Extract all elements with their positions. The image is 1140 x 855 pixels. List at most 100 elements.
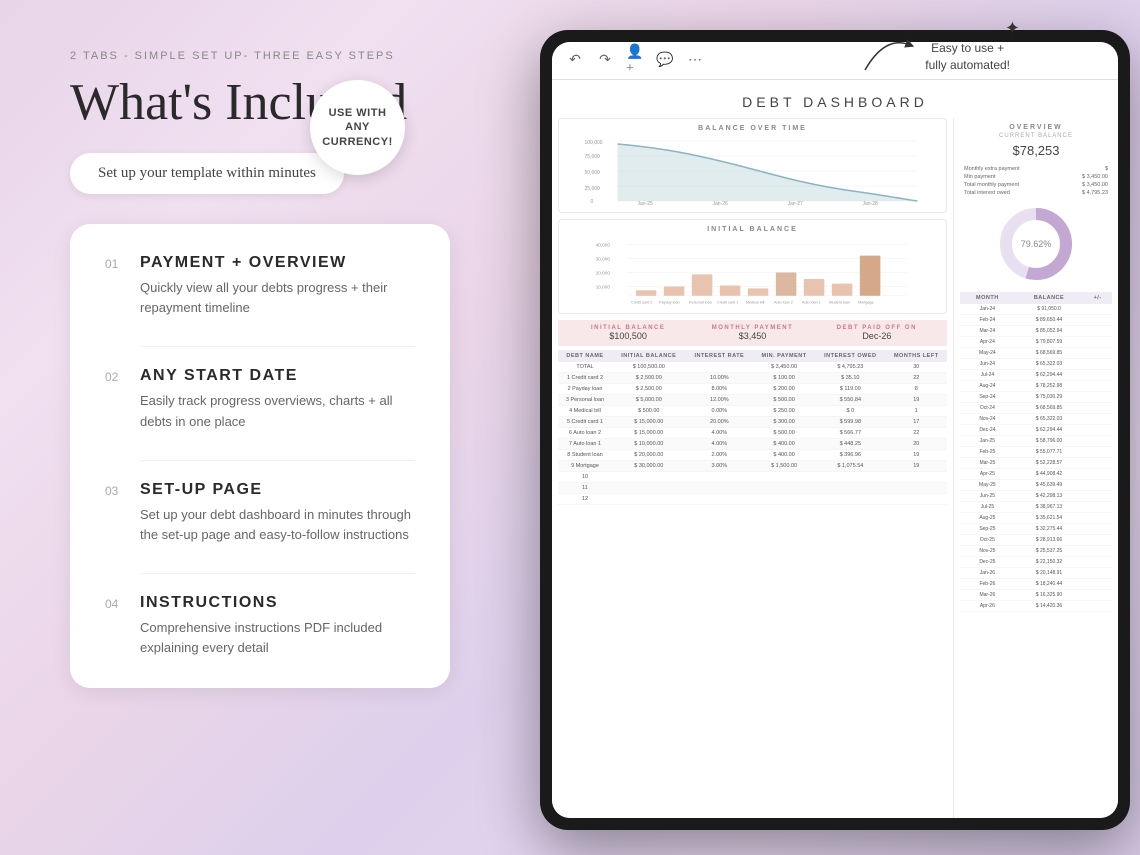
svg-text:50,000: 50,000: [585, 170, 601, 176]
list-item: Dec-24$ 62,294.44: [960, 425, 1112, 436]
cell: $ 16,325.90: [1015, 590, 1084, 601]
cell: [1083, 491, 1112, 502]
table-row: 9 Mortgage$ 30,000.003.00%$ 1,500.00$ 1,…: [558, 461, 947, 472]
undo-icon[interactable]: ↶: [566, 52, 584, 70]
dashboard-body: BALANCE OVER TIME 100,000 75,000 50,000 …: [552, 118, 1118, 818]
cell: $ 5,000.00: [612, 395, 686, 406]
month-table-container[interactable]: MONTH BALANCE +/- Jan-24$ 91,050.0 Feb-2…: [960, 292, 1112, 612]
cell: [753, 483, 815, 494]
divider-3: [140, 573, 415, 574]
feature-item-1: 01 PAYMENT + OVERVIEW Quickly view all y…: [105, 254, 415, 318]
cell: 20: [886, 439, 947, 450]
cell: 5 Credit card 1: [558, 417, 612, 428]
cell: 7 Auto loan 1: [558, 439, 612, 450]
cell: [1083, 568, 1112, 579]
overview-row-1: Monthly extra payment $: [960, 166, 1112, 172]
overview-label-1: Monthly extra payment: [964, 166, 1020, 172]
svg-text:Auto loan 2: Auto loan 2: [774, 300, 793, 304]
cell: [1083, 469, 1112, 480]
svg-text:30,000: 30,000: [596, 256, 611, 261]
cell: $ 15,000.00: [612, 428, 686, 439]
cell: $ 20,148.91: [1015, 568, 1084, 579]
cell: [1083, 381, 1112, 392]
cell: [1083, 546, 1112, 557]
cell: $ 42,298.13: [1015, 491, 1084, 502]
feature-desc-2: Easily track progress overviews, charts …: [140, 391, 415, 431]
cell: $ 35.10: [815, 373, 885, 384]
cell: $ 25,537.25: [1015, 546, 1084, 557]
feature-header-2: 02 ANY START DATE: [105, 367, 415, 385]
table-row: 11: [558, 483, 947, 494]
list-item: Aug-25$ 35,621.54: [960, 513, 1112, 524]
cell: $ 566.77: [815, 428, 885, 439]
cell: $ 1,075.54: [815, 461, 885, 472]
add-person-icon[interactable]: 👤+: [626, 52, 644, 70]
cell: [1083, 436, 1112, 447]
list-item: Oct-25$ 28,913.66: [960, 535, 1112, 546]
month-table: MONTH BALANCE +/- Jan-24$ 91,050.0 Feb-2…: [960, 292, 1112, 612]
col-header-min: MIN. PAYMENT: [753, 350, 815, 362]
table-row: 2 Payday loan$ 2,500.008.00%$ 200.00$ 11…: [558, 384, 947, 395]
table-row: 3 Personal loan$ 5,000.0012.00%$ 500.00$…: [558, 395, 947, 406]
overview-row-3: Total monthly payment $ 3,450.00: [960, 182, 1112, 188]
col-month: MONTH: [960, 292, 1015, 304]
toolbar-left-icons: ↶ ↷ 👤+ 💬 ⋯: [566, 52, 704, 70]
cell: Nov-25: [960, 546, 1015, 557]
cell: 12.00%: [686, 395, 753, 406]
cell: $ 68,569.85: [1015, 403, 1084, 414]
donut-label: 79.62%: [1021, 239, 1052, 249]
subtitle-tag: 2 TABS - SIMPLE SET UP- THREE EASY STEPS: [70, 50, 450, 62]
cell: 8: [886, 384, 947, 395]
donut-chart-container: 79.62%: [960, 204, 1112, 284]
debt-table-container[interactable]: DEBT NAME INITIAL BALANCE INTEREST RATE …: [558, 350, 947, 505]
setup-badge: Set up your template within minutes: [70, 153, 344, 194]
dashboard-left: BALANCE OVER TIME 100,000 75,000 50,000 …: [552, 118, 953, 818]
cell: $ 12,498.72: [1015, 612, 1084, 613]
cell: Feb-26: [960, 579, 1015, 590]
feature-title-3: SET-UP PAGE: [140, 481, 263, 499]
cell: $ 500.00: [753, 395, 815, 406]
col-header-name: DEBT NAME: [558, 350, 612, 362]
overview-value-1: $: [1105, 166, 1108, 172]
col-header-interest-rate: INTEREST RATE: [686, 350, 753, 362]
cell: $ 62,294.44: [1015, 370, 1084, 381]
overview-balance: $78,253: [960, 143, 1112, 158]
redo-icon[interactable]: ↷: [596, 52, 614, 70]
cell: [1083, 315, 1112, 326]
cell: [612, 472, 686, 483]
col-header-interest-owed: INTEREST OWED: [815, 350, 885, 362]
spreadsheet-content: DEBT DASHBOARD BALANCE OVER TIME: [552, 80, 1118, 818]
right-section: ↶ ↷ 👤+ 💬 ⋯ DEBT DASHBOARD: [500, 0, 1140, 855]
more-icon[interactable]: ⋯: [686, 52, 704, 70]
cell: Feb-24: [960, 315, 1015, 326]
cell: [686, 362, 753, 373]
cell: [1083, 524, 1112, 535]
cell: $ 100.00: [753, 373, 815, 384]
list-item: Dec-25$ 22,150.32: [960, 557, 1112, 568]
cell: Mar-24: [960, 326, 1015, 337]
list-item: Jul-24$ 62,294.44: [960, 370, 1112, 381]
list-item: May-25$ 45,639.49: [960, 480, 1112, 491]
cell: $ 38,967.13: [1015, 502, 1084, 513]
initial-balance-title: INITIAL BALANCE: [567, 226, 938, 233]
feature-desc-4: Comprehensive instructions PDF included …: [140, 618, 415, 658]
cell: $ 62,294.44: [1015, 425, 1084, 436]
cell: Oct-25: [960, 535, 1015, 546]
cell: Aug-24: [960, 381, 1015, 392]
svg-text:Credit card 2: Credit card 2: [631, 300, 652, 304]
cell: $ 28,913.66: [1015, 535, 1084, 546]
overview-value-3: $ 3,450.00: [1082, 182, 1108, 188]
feature-desc-3: Set up your debt dashboard in minutes th…: [140, 505, 415, 545]
overview-label-4: Total interest owed: [964, 190, 1010, 196]
cell: $ 400.00: [753, 439, 815, 450]
table-row: 1 Credit card 2$ 2,500.0010.00%$ 100.00$…: [558, 373, 947, 384]
easy-use-text: Easy to use +fully automated!: [925, 40, 1010, 74]
list-item: Jan-26$ 20,148.91: [960, 568, 1112, 579]
cell: 19: [886, 395, 947, 406]
col-balance: BALANCE: [1015, 292, 1084, 304]
comment-icon[interactable]: 💬: [656, 52, 674, 70]
list-item: Jan-25$ 58,796.00: [960, 436, 1112, 447]
cell: [815, 472, 885, 483]
cell: [1083, 348, 1112, 359]
cell: $ 396.96: [815, 450, 885, 461]
